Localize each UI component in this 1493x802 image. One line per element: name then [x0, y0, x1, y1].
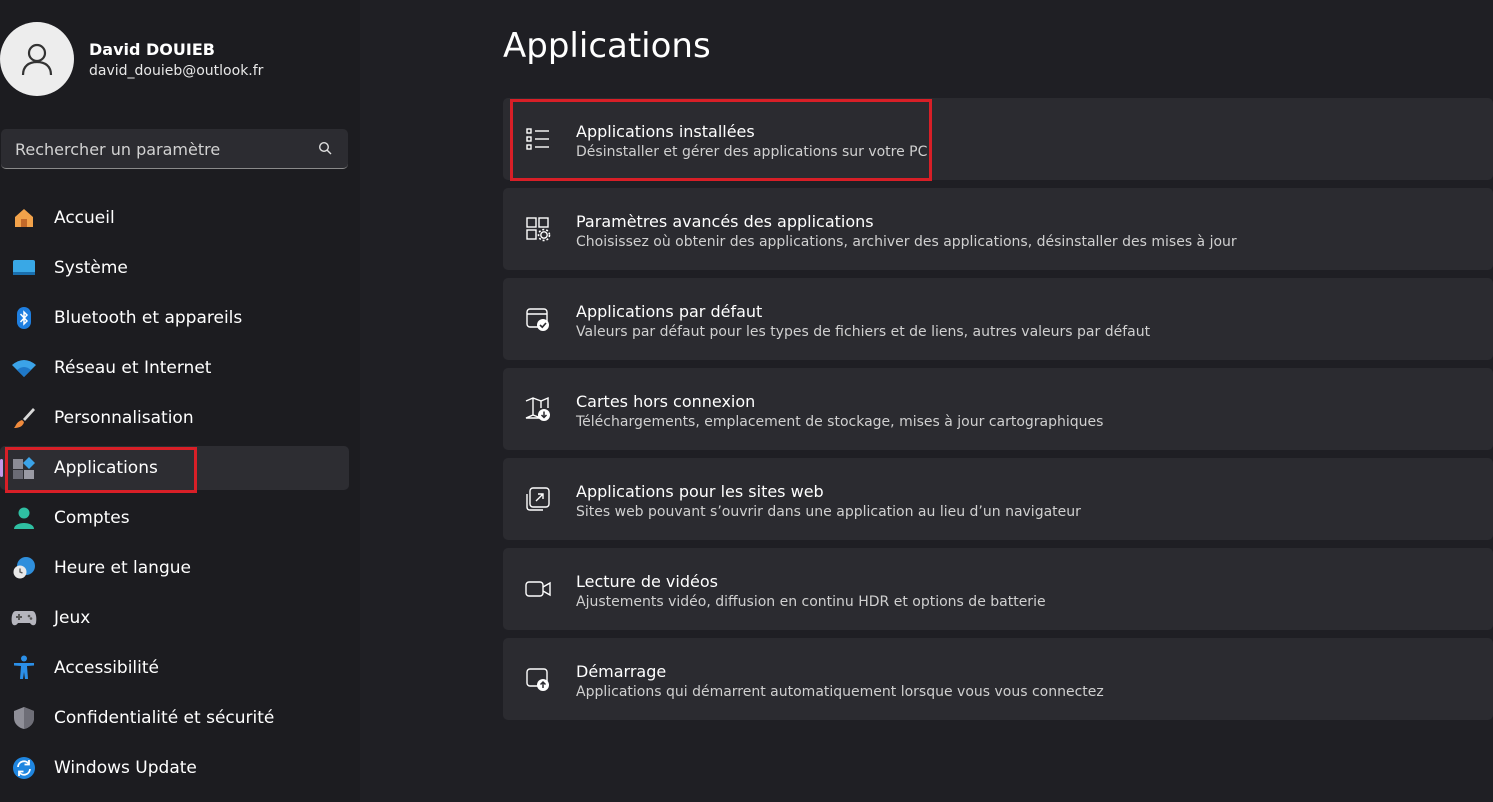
sidebar-item-label: Confidentialité et sécurité: [54, 708, 275, 728]
sidebar-item-bluetooth[interactable]: Bluetooth et appareils: [0, 296, 349, 340]
sidebar-item-windows-update[interactable]: Windows Update: [0, 746, 349, 790]
sidebar-item-label: Accueil: [54, 208, 115, 228]
card-title: Paramètres avancés des applications: [576, 212, 874, 231]
card-description: Ajustements vidéo, diffusion en continu …: [576, 594, 1046, 610]
card-applications-installees[interactable]: Applications installées Désinstaller et …: [503, 98, 1493, 180]
brush-icon: [11, 405, 37, 431]
list-icon: [525, 126, 551, 152]
sidebar-item-applications[interactable]: Applications: [0, 446, 349, 490]
sidebar-item-label: Accessibilité: [54, 658, 160, 678]
sidebar-item-label: Bluetooth et appareils: [54, 308, 243, 328]
user-profile[interactable]: David DOUIEB david_douieb@outlook.fr: [0, 22, 360, 98]
card-description: Choisissez où obtenir des applications, …: [576, 234, 1237, 250]
profile-email: david_douieb@outlook.fr: [89, 63, 264, 79]
sidebar: David DOUIEB david_douieb@outlook.fr Acc…: [0, 0, 360, 802]
card-lecture-videos[interactable]: Lecture de vidéos Ajustements vidéo, dif…: [503, 548, 1493, 630]
clock-globe-icon: [11, 555, 37, 581]
map-download-icon: [525, 396, 551, 422]
card-title: Applications installées: [576, 122, 755, 141]
apps-icon: [11, 455, 37, 481]
settings-list: Applications installées Désinstaller et …: [503, 98, 1493, 728]
sidebar-item-label: Comptes: [54, 508, 130, 528]
home-icon: [11, 205, 37, 231]
startup-icon: [525, 666, 551, 692]
sidebar-item-comptes[interactable]: Comptes: [0, 496, 349, 540]
sidebar-item-heure-langue[interactable]: Heure et langue: [0, 546, 349, 590]
accessibility-icon: [11, 655, 37, 681]
card-title: Applications par défaut: [576, 302, 763, 321]
card-description: Applications qui démarrent automatiqueme…: [576, 684, 1104, 700]
sidebar-item-jeux[interactable]: Jeux: [0, 596, 349, 640]
video-camera-icon: [525, 576, 551, 602]
sidebar-item-accueil[interactable]: Accueil: [0, 196, 349, 240]
sidebar-item-label: Applications: [54, 458, 158, 478]
default-apps-icon: [525, 306, 551, 332]
page-title: Applications: [503, 26, 711, 66]
sidebar-item-label: Personnalisation: [54, 408, 194, 428]
card-applications-sites-web[interactable]: Applications pour les sites web Sites we…: [503, 458, 1493, 540]
card-description: Sites web pouvant s’ouvrir dans une appl…: [576, 504, 1081, 520]
card-title: Applications pour les sites web: [576, 482, 824, 501]
sidebar-item-label: Heure et langue: [54, 558, 191, 578]
apps-gear-icon: [525, 216, 551, 242]
card-demarrage[interactable]: Démarrage Applications qui démarrent aut…: [503, 638, 1493, 720]
gamepad-icon: [11, 605, 37, 631]
sidebar-nav: Accueil Système Bluetooth et appareils R…: [0, 196, 360, 796]
bluetooth-icon: [11, 305, 37, 331]
web-open-icon: [525, 486, 551, 512]
sidebar-item-label: Jeux: [54, 608, 91, 628]
search-icon[interactable]: [318, 141, 332, 155]
wifi-icon: [11, 355, 37, 381]
sidebar-item-confidentialite[interactable]: Confidentialité et sécurité: [0, 696, 349, 740]
main-content: Applications Applications installées Dés…: [503, 0, 1493, 802]
card-description: Désinstaller et gérer des applications s…: [576, 144, 928, 160]
card-parametres-avances[interactable]: Paramètres avancés des applications Choi…: [503, 188, 1493, 270]
update-icon: [11, 755, 37, 781]
sidebar-item-accessibilite[interactable]: Accessibilité: [0, 646, 349, 690]
search-box[interactable]: [1, 129, 348, 170]
avatar[interactable]: [0, 22, 74, 96]
card-title: Cartes hors connexion: [576, 392, 756, 411]
sidebar-item-systeme[interactable]: Système: [0, 246, 349, 290]
sidebar-item-label: Windows Update: [54, 758, 197, 778]
system-icon: [11, 255, 37, 281]
search-input[interactable]: [13, 129, 307, 170]
account-icon: [11, 505, 37, 531]
sidebar-item-personnalisation[interactable]: Personnalisation: [0, 396, 349, 440]
sidebar-item-label: Réseau et Internet: [54, 358, 212, 378]
card-description: Téléchargements, emplacement de stockage…: [576, 414, 1104, 430]
shield-icon: [11, 705, 37, 731]
card-applications-par-defaut[interactable]: Applications par défaut Valeurs par défa…: [503, 278, 1493, 360]
sidebar-item-label: Système: [54, 258, 128, 278]
card-title: Lecture de vidéos: [576, 572, 718, 591]
user-icon: [21, 43, 53, 76]
card-cartes-hors-connexion[interactable]: Cartes hors connexion Téléchargements, e…: [503, 368, 1493, 450]
profile-name: David DOUIEB: [89, 40, 215, 59]
card-title: Démarrage: [576, 662, 667, 681]
card-description: Valeurs par défaut pour les types de fic…: [576, 324, 1151, 340]
sidebar-item-reseau[interactable]: Réseau et Internet: [0, 346, 349, 390]
